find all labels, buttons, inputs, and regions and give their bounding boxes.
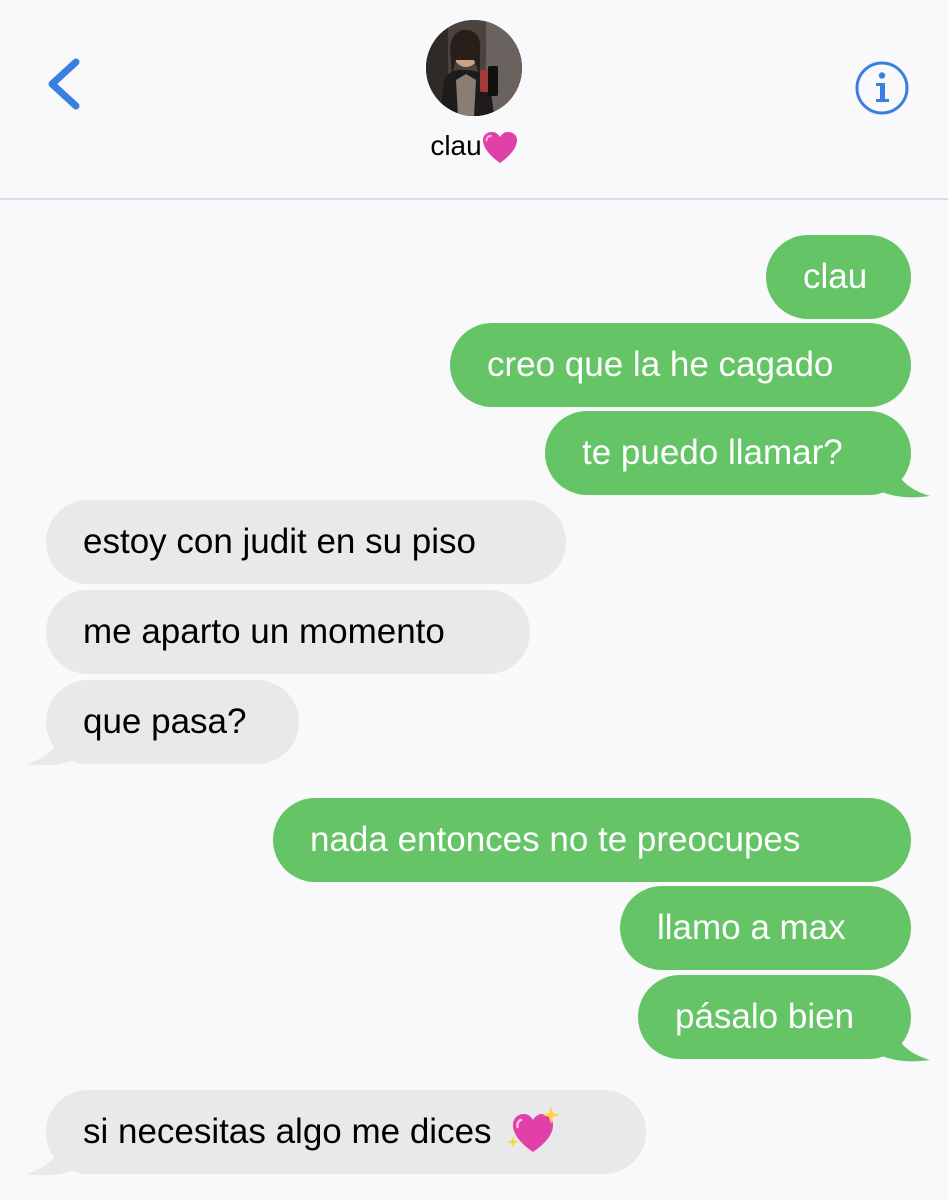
back-button[interactable] <box>38 52 92 116</box>
message-bubble-outgoing[interactable]: clau <box>766 235 911 319</box>
message-bubble-incoming[interactable]: estoy con judit en su piso <box>46 500 566 584</box>
bubble-tail <box>878 458 930 498</box>
message-bubble-incoming[interactable]: si necesitas algo me dices <box>46 1090 646 1174</box>
message-bubble-outgoing[interactable]: nada entonces no te preocupes <box>273 798 911 882</box>
bubble-tail <box>26 1136 78 1176</box>
chevron-left-icon <box>48 58 80 110</box>
message-bubble-incoming[interactable]: que pasa? <box>46 680 299 764</box>
conversation-header: clau <box>0 0 948 200</box>
avatar-photo <box>426 20 522 116</box>
message-text: si necesitas algo me dices <box>83 1112 492 1151</box>
message-bubble-outgoing[interactable]: creo que la he cagado <box>450 323 911 407</box>
sparkling-heart-icon <box>507 1105 561 1152</box>
bubble-tail <box>878 1022 930 1062</box>
contact-avatar[interactable] <box>426 20 522 116</box>
message-bubble-outgoing[interactable]: te puedo llamar? <box>545 411 911 495</box>
message-bubble-incoming[interactable]: me aparto un momento <box>46 590 530 674</box>
contact-name-text: clau <box>430 130 482 161</box>
pink-heart-icon <box>482 131 517 163</box>
contact-name[interactable]: clau <box>0 128 948 165</box>
message-bubble-outgoing[interactable]: llamo a max <box>620 886 911 970</box>
bubble-tail <box>26 726 78 766</box>
info-icon <box>855 61 909 115</box>
message-bubble-outgoing[interactable]: pásalo bien <box>638 975 911 1059</box>
info-button[interactable] <box>852 58 912 118</box>
